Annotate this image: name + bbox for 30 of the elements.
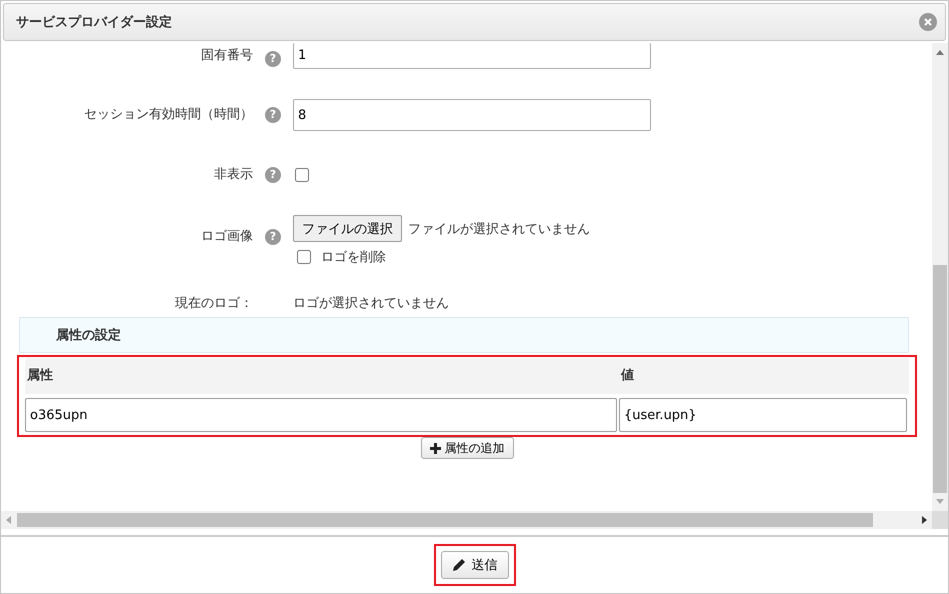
attribute-value-field[interactable]: {user.upn} — [619, 398, 907, 432]
close-button[interactable] — [919, 13, 937, 31]
logo-status: ロゴが選択されていません — [293, 295, 450, 313]
field-label: 固有番号 — [200, 47, 253, 65]
left-arrow-icon — [5, 516, 11, 524]
down-arrow-icon — [936, 499, 944, 505]
choose-file-button[interactable]: ファイルの選択 — [293, 215, 402, 242]
attribute-name-field[interactable]: o365upn — [25, 398, 617, 432]
section-title: 属性の設定 — [56, 326, 121, 344]
right-arrow-icon — [922, 516, 928, 524]
close-icon — [923, 17, 933, 27]
scrollbar-corner — [932, 511, 948, 529]
checkbox[interactable] — [297, 250, 311, 264]
column-header: 属性 — [25, 358, 619, 394]
field-label: セッション有効時間（時間） — [83, 106, 253, 124]
text-field[interactable]: 8 — [293, 99, 651, 131]
submit-button[interactable]: 送信 — [440, 551, 508, 579]
up-arrow-icon — [936, 49, 944, 55]
checkbox-label: ロゴを削除 — [321, 249, 386, 266]
dialog-title: サービスプロバイダー設定 — [16, 14, 172, 31]
text-field[interactable]: 1 — [293, 43, 651, 69]
field-label: 現在のロゴ： — [174, 295, 253, 313]
checkbox[interactable] — [295, 168, 309, 182]
add-attribute-button[interactable]: 属性の追加 — [420, 437, 514, 459]
pencil-icon — [452, 558, 466, 572]
column-header: 値 — [619, 358, 909, 394]
field-label: 非表示 — [213, 166, 253, 184]
file-status: ファイルが選択されていません — [408, 220, 590, 238]
field-label: ロゴ画像 — [200, 228, 253, 246]
plus-icon — [430, 442, 440, 454]
